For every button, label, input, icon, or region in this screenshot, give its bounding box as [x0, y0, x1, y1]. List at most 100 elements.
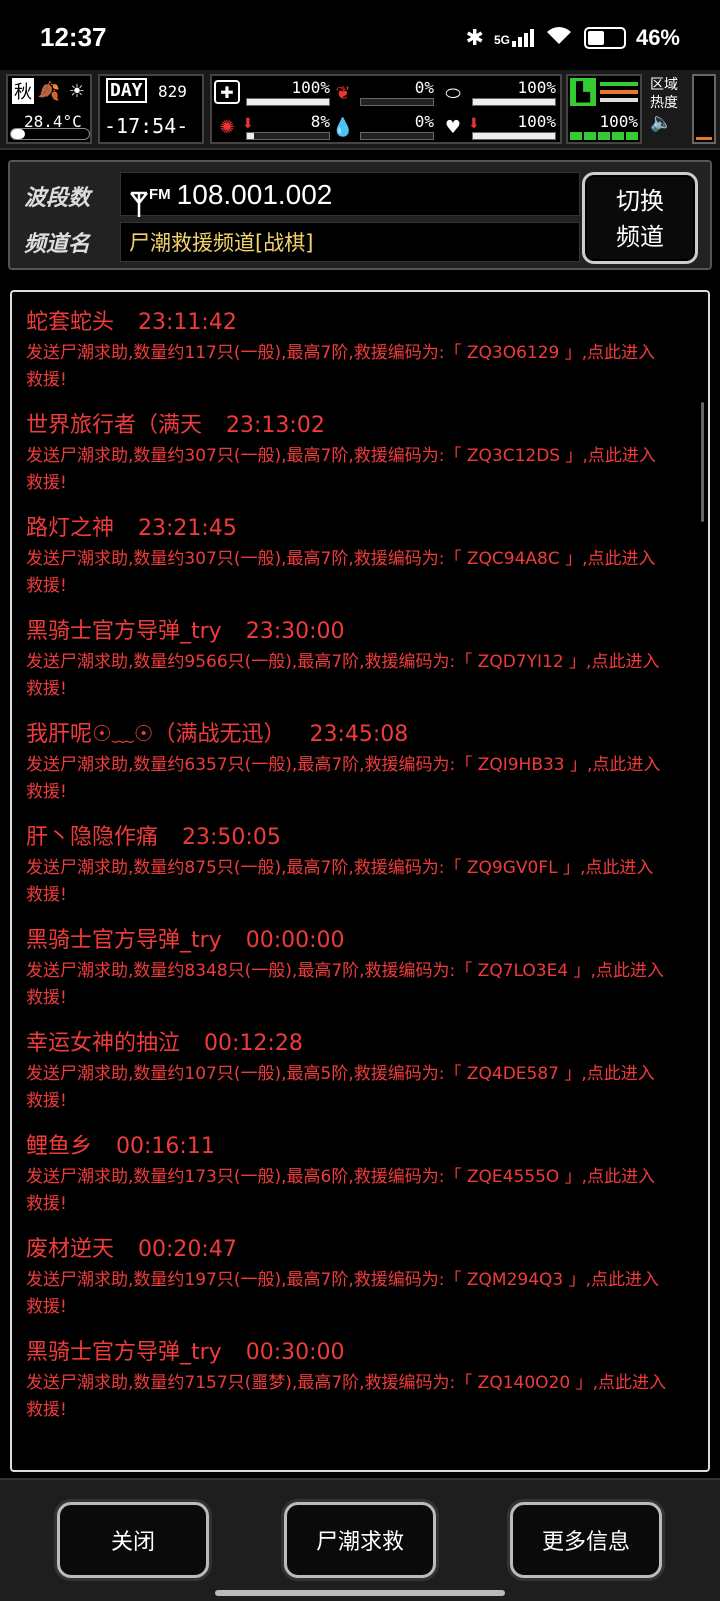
heart-bar — [472, 132, 556, 140]
message-header: 黑骑士官方导弹_try 00:00:00 — [26, 924, 694, 958]
frequency-value: 108.001.002 — [176, 179, 333, 210]
message-body[interactable]: 发送尸潮求助,数量约307只(一般),最高7阶,救援编码为:「 ZQC94A8C… — [26, 546, 694, 600]
weather-panel: 秋 🍂 ☀ 28.4°C — [6, 74, 92, 144]
message-time: 23:50:05 — [182, 825, 281, 850]
battery-icon — [583, 27, 626, 49]
message-sender: 路灯之神 — [26, 516, 115, 541]
signal-icon: 5G — [494, 29, 534, 47]
scrollbar[interactable] — [701, 402, 704, 522]
message-item[interactable]: 路灯之神 23:21:45 发送尸潮求助,数量约307只(一般),最高7阶,救援编码… — [26, 512, 694, 600]
message-header: 世界旅行者（满天 23:13:02 — [26, 409, 694, 443]
channel-label: 频道名 — [24, 232, 91, 257]
stats-panel: ✚ 100% ❦ 0% ⬭ 100% ✺ ⬇ 8% 💧 0% ♥ ⬇ 100% — [210, 74, 562, 144]
health-bar — [246, 98, 330, 106]
boot-icon: ▙ — [570, 78, 596, 106]
radio-header: 波段数 FM 108.001.002 频道名 尸潮救援频道[战棋] 切换 频道 — [8, 160, 712, 270]
message-time: 00:00:00 — [245, 928, 345, 953]
message-time: 23:45:08 — [309, 722, 409, 747]
water-drop-icon: 💧 — [331, 116, 355, 138]
medkit-icon: ✚ — [214, 80, 240, 104]
sun-icon: ☀ — [68, 80, 86, 102]
message-sender: 黑骑士官方导弹_try — [26, 619, 222, 644]
stamina-value: 100% — [599, 112, 638, 131]
stamina-panel: ▙ 100% — [566, 74, 642, 144]
status-time: 12:37 — [40, 22, 107, 52]
heart-value: 100% — [517, 112, 556, 131]
message-header: 废材逆天 00:20:47 — [26, 1233, 694, 1267]
channel-display: 尸潮救援频道[战棋] — [120, 222, 580, 262]
message-item[interactable]: 黑骑士官方导弹_try 00:00:00 发送尸潮求助,数量约8348只(一般),最… — [26, 924, 694, 1012]
message-body[interactable]: 发送尸潮求助,数量约107只(一般),最高5阶,救援编码为:「 ZQ4DE587… — [26, 1061, 694, 1115]
message-header: 鲤鱼乡 00:16:11 — [26, 1130, 694, 1164]
game-hud: 秋 🍂 ☀ 28.4°C DAY 829 -17:54- ✚ 100% ❦ 0%… — [0, 70, 720, 150]
heart-icon: ♥ — [444, 116, 462, 138]
message-body[interactable]: 发送尸潮求助,数量约197只(一般),最高7阶,救援编码为:「 ZQM294Q3… — [26, 1267, 694, 1321]
message-header: 黑骑士官方导弹_try 00:30:00 — [26, 1336, 694, 1370]
switch-channel-button[interactable]: 切换 频道 — [582, 172, 698, 264]
message-body[interactable]: 发送尸潮求助,数量约117只(一般),最高7阶,救援编码为:「 ZQ3O6129… — [26, 340, 694, 394]
message-body[interactable]: 发送尸潮求助,数量约9566只(一般),最高7阶,救援编码为:「 ZQD7YI1… — [26, 649, 694, 703]
bottom-bar: 关闭 尸潮求救 更多信息 — [0, 1478, 720, 1601]
water-value: 0% — [414, 112, 434, 131]
heat-meter — [692, 74, 716, 144]
message-item[interactable]: 废材逆天 00:20:47 发送尸潮求助,数量约197只(一般),最高7阶,救援编码… — [26, 1233, 694, 1321]
message-header: 路灯之神 23:21:45 — [26, 512, 694, 546]
message-sender: 我肝呢☉﹏☉（满战无迅） — [26, 722, 286, 747]
message-time: 23:13:02 — [226, 413, 325, 438]
message-sender: 蛇套蛇头 — [26, 310, 115, 335]
channel-name: 尸潮救援频道[战棋] — [129, 231, 314, 255]
message-header: 黑骑士官方导弹_try 23:30:00 — [26, 615, 694, 649]
message-item[interactable]: 我肝呢☉﹏☉（满战无迅） 23:45:08 发送尸潮求助,数量约6357只(一般),… — [26, 718, 694, 806]
virus-icon: ✺ — [219, 116, 235, 138]
status-bar: 12:37 ✱ 5G 46% — [0, 0, 720, 70]
message-item[interactable]: 黑骑士官方导弹_try 23:30:00 发送尸潮求助,数量约9566只(一般),最… — [26, 615, 694, 703]
message-time: 00:30:00 — [245, 1340, 345, 1365]
message-list[interactable]: 蛇套蛇头 23:11:42 发送尸潮求助,数量约117只(一般),最高7阶,救援编码… — [10, 290, 710, 1472]
speaker-icon[interactable]: 🔈 — [650, 112, 690, 133]
stamina-bar — [570, 132, 638, 140]
message-time: 23:11:42 — [138, 310, 237, 335]
health-value: 100% — [291, 78, 330, 97]
message-body[interactable]: 发送尸潮求助,数量约7157只(噩梦),最高7阶,救援编码为:「 ZQ140O2… — [26, 1370, 694, 1424]
message-sender: 世界旅行者（满天 — [26, 413, 203, 438]
season-label: 秋 — [12, 78, 34, 104]
message-item[interactable]: 黑骑士官方导弹_try 00:30:00 发送尸潮求助,数量约7157只(噩梦),最… — [26, 1336, 694, 1424]
message-item[interactable]: 肝丶隐隐作痛 23:50:05 发送尸潮求助,数量约875只(一般),最高7阶,救援… — [26, 821, 694, 909]
message-header: 蛇套蛇头 23:11:42 — [26, 306, 694, 340]
message-time: 23:21:45 — [138, 516, 237, 541]
message-item[interactable]: 鲤鱼乡 00:16:11 发送尸潮求助,数量约173只(一般),最高6阶,救援编码为… — [26, 1130, 694, 1218]
day-count: 829 — [158, 82, 187, 101]
message-item[interactable]: 世界旅行者（满天 23:13:02 发送尸潮求助,数量约307只(一般),最高7阶,… — [26, 409, 694, 497]
capsule-icon: ⬭ — [445, 82, 461, 104]
message-header: 幸运女神的抽泣 00:12:28 — [26, 1027, 694, 1061]
zombie-help-button[interactable]: 尸潮求救 — [284, 1502, 436, 1578]
message-sender: 肝丶隐隐作痛 — [26, 825, 159, 850]
message-body[interactable]: 发送尸潮求助,数量约875只(一般),最高7阶,救援编码为:「 ZQ9GV0FL… — [26, 855, 694, 909]
message-item[interactable]: 幸运女神的抽泣 00:12:28 发送尸潮求助,数量约107只(一般),最高5阶,救… — [26, 1027, 694, 1115]
message-sender: 黑骑士官方导弹_try — [26, 928, 222, 953]
wifi-icon — [544, 24, 574, 52]
stomach-icon: ❦ — [335, 82, 351, 104]
area-heat: 区域 热度 🔈 — [650, 76, 690, 133]
frequency-display: FM 108.001.002 — [120, 172, 580, 217]
hunger-value: 0% — [414, 78, 434, 97]
message-header: 肝丶隐隐作痛 23:50:05 — [26, 821, 694, 855]
more-info-button[interactable]: 更多信息 — [510, 1502, 662, 1578]
virus-bar — [246, 132, 330, 140]
message-body[interactable]: 发送尸潮求助,数量约307只(一般),最高7阶,救援编码为:「 ZQ3C12DS… — [26, 443, 694, 497]
message-body[interactable]: 发送尸潮求助,数量约8348只(一般),最高7阶,救援编码为:「 ZQ7LO3E… — [26, 958, 694, 1012]
bluetooth-icon: ✱ — [465, 25, 484, 50]
message-time: 00:20:47 — [138, 1237, 237, 1262]
message-body[interactable]: 发送尸潮求助,数量约173只(一般),最高6阶,救援编码为:「 ZQE4555O… — [26, 1164, 694, 1218]
home-indicator[interactable] — [215, 1590, 505, 1596]
message-body[interactable]: 发送尸潮求助,数量约6357只(一般),最高7阶,救援编码为:「 ZQI9HB3… — [26, 752, 694, 806]
day-label: DAY — [106, 78, 147, 103]
thermometer-icon — [10, 128, 90, 140]
close-button[interactable]: 关闭 — [57, 1502, 209, 1578]
message-sender: 鲤鱼乡 — [26, 1134, 93, 1159]
hunger-bar — [360, 98, 434, 106]
status-icons: ✱ 5G 46% — [466, 24, 681, 52]
game-clock: -17:54- — [104, 114, 189, 138]
message-sender: 黑骑士官方导弹_try — [26, 1340, 222, 1365]
message-item[interactable]: 蛇套蛇头 23:11:42 发送尸潮求助,数量约117只(一般),最高7阶,救援编码… — [26, 306, 694, 394]
